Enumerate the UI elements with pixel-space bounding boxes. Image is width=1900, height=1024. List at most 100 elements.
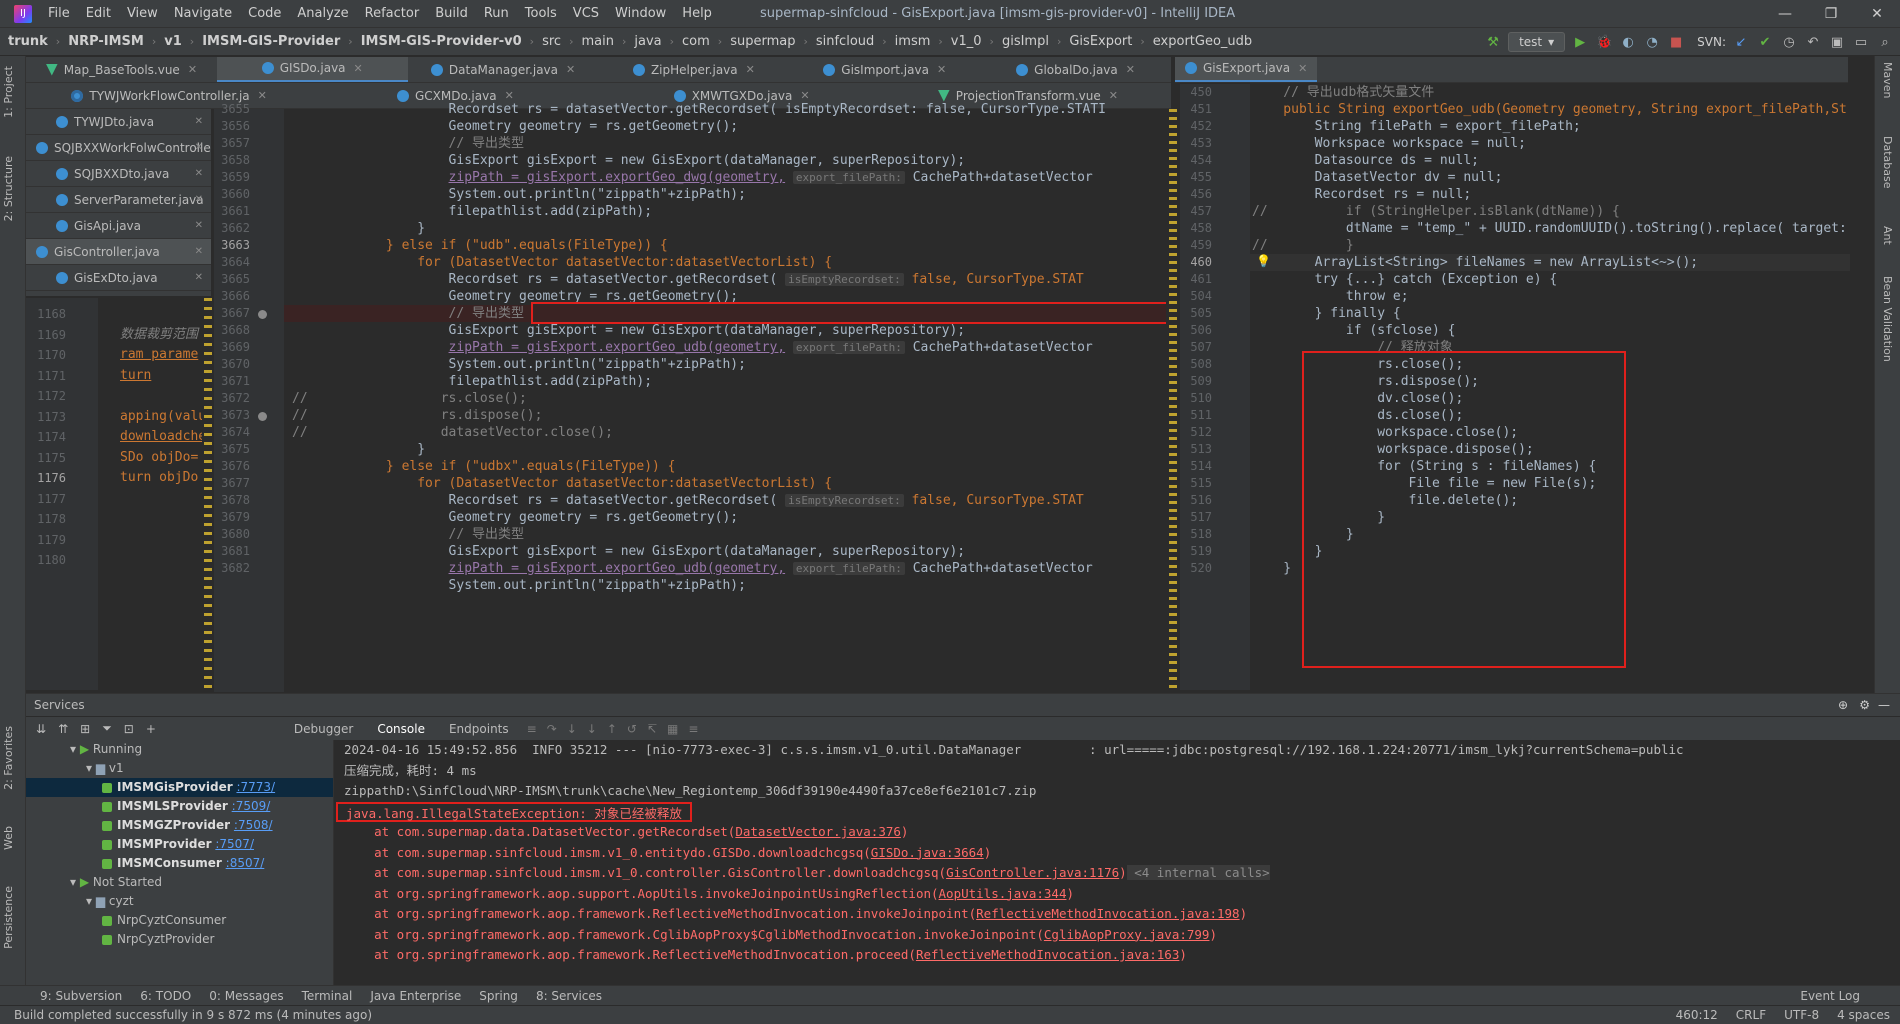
- maximize-button[interactable]: ❐: [1808, 0, 1854, 28]
- overflow-tab-item[interactable]: TYWJDto.java ✕: [26, 109, 211, 135]
- breadcrumb-item[interactable]: java: [626, 34, 661, 49]
- overflow-tab-item[interactable]: GisController.java ✕: [26, 239, 211, 265]
- editor-tab[interactable]: GisImport.java ✕: [789, 57, 980, 82]
- center-code[interactable]: Recordset rs = datasetVector.getRecordse…: [292, 101, 1166, 691]
- history-icon[interactable]: ◷: [1780, 33, 1798, 51]
- layout-icon[interactable]: ▭: [1852, 33, 1870, 51]
- expand-all-icon[interactable]: ⇊: [36, 722, 46, 736]
- editor-tab[interactable]: ZipHelper.java ✕: [598, 57, 789, 82]
- profile-icon[interactable]: ◔: [1643, 33, 1661, 51]
- menu-tools[interactable]: Tools: [517, 6, 565, 21]
- service-tree-item[interactable]: ▾ ▆ cyzt: [26, 892, 333, 911]
- breadcrumb-item[interactable]: src: [534, 34, 561, 49]
- service-port-link[interactable]: :7508/: [234, 818, 273, 832]
- menu-navigate[interactable]: Navigate: [166, 6, 240, 21]
- indent-setting[interactable]: 4 spaces: [1837, 1008, 1890, 1022]
- service-tree-item[interactable]: IMSMProvider :7507/: [26, 835, 333, 854]
- database-tab[interactable]: Database: [1881, 136, 1894, 189]
- editor-tab[interactable]: DataManager.java ✕: [408, 57, 599, 82]
- close-tab-icon[interactable]: ✕: [195, 220, 203, 231]
- service-port-link[interactable]: :7773/: [236, 780, 275, 794]
- debug-icon[interactable]: 🐞: [1595, 33, 1613, 51]
- tool-window-button[interactable]: 0: Messages: [209, 989, 283, 1003]
- menu-vcs[interactable]: VCS: [565, 6, 607, 21]
- menu-refactor[interactable]: Refactor: [357, 6, 428, 21]
- revert-icon[interactable]: ↶: [1804, 33, 1822, 51]
- stacktrace-link[interactable]: CglibAopProxy.java:799: [1044, 927, 1210, 942]
- service-tree-item[interactable]: IMSMGZProvider :7508/: [26, 816, 333, 835]
- menu-window[interactable]: Window: [607, 6, 674, 21]
- service-port-link[interactable]: :7509/: [232, 799, 271, 813]
- caret-position[interactable]: 460:12: [1676, 1008, 1718, 1022]
- service-tree-item[interactable]: IMSMConsumer :8507/: [26, 854, 333, 873]
- editor-tab[interactable]: GISDo.java ✕: [216, 57, 408, 82]
- bean-validation-tab[interactable]: Bean Validation: [1881, 276, 1894, 362]
- project-structure-icon[interactable]: ▣: [1828, 33, 1846, 51]
- stacktrace-link[interactable]: DatasetVector.java:376: [735, 824, 901, 839]
- menu-view[interactable]: View: [119, 6, 166, 21]
- breadcrumb-item[interactable]: IMSM-GIS-Provider-v0: [353, 34, 522, 49]
- tool-window-button[interactable]: Java Enterprise: [370, 989, 461, 1003]
- chevron-down-icon[interactable]: ▾: [86, 894, 96, 908]
- breadcrumb-item[interactable]: gisImpl: [994, 34, 1049, 49]
- service-tree-item[interactable]: NrpCyztConsumer: [26, 911, 333, 930]
- side-code[interactable]: 数据裁剪范围 ram parame turn apping(value download…: [120, 304, 210, 571]
- menu-build[interactable]: Build: [427, 6, 476, 21]
- new-tab-icon[interactable]: ⊡: [124, 722, 134, 736]
- maven-tab[interactable]: Maven: [1881, 62, 1894, 98]
- event-log-button[interactable]: Event Log: [1800, 989, 1860, 1003]
- overflow-tab-item[interactable]: ServerParameter.java ✕: [26, 187, 211, 213]
- hide-panel-icon[interactable]: —: [1878, 698, 1890, 712]
- close-tab-icon[interactable]: ✕: [354, 62, 363, 75]
- tool-window-button[interactable]: 8: Services: [536, 989, 602, 1003]
- chevron-down-icon[interactable]: ▾: [86, 761, 96, 775]
- menu-help[interactable]: Help: [674, 6, 720, 21]
- globe-icon[interactable]: ⊕: [1838, 698, 1848, 712]
- tool-window-button[interactable]: Spring: [479, 989, 518, 1003]
- project-tab[interactable]: 1: Project: [2, 66, 15, 118]
- menu-code[interactable]: Code: [240, 6, 289, 21]
- ant-tab[interactable]: Ant: [1881, 226, 1894, 245]
- close-tab-icon[interactable]: ✕: [1126, 63, 1135, 76]
- menu-run[interactable]: Run: [476, 6, 517, 21]
- breadcrumb-item[interactable]: IMSM-GIS-Provider: [194, 34, 340, 49]
- service-tree-item[interactable]: ▾ ▶ Running: [26, 740, 333, 759]
- close-tab-icon[interactable]: ✕: [258, 89, 267, 102]
- favorites-tab[interactable]: 2: Favorites: [2, 726, 15, 790]
- tab-endpoints[interactable]: Endpoints: [443, 722, 515, 736]
- breadcrumb-item[interactable]: trunk: [0, 34, 48, 49]
- stacktrace-link[interactable]: ReflectiveMethodInvocation.java:163: [916, 947, 1179, 962]
- tab-gisexport[interactable]: GisExport.java ✕: [1175, 57, 1318, 82]
- service-tree-item[interactable]: IMSMLSProvider :7509/: [26, 797, 333, 816]
- run-config-select[interactable]: test ▾: [1508, 32, 1566, 52]
- web-tab[interactable]: Web: [2, 826, 15, 850]
- breadcrumb-item[interactable]: supermap: [722, 34, 795, 49]
- overflow-tab-item[interactable]: GisApi.java ✕: [26, 213, 211, 239]
- breadcrumb-item[interactable]: v1_0: [943, 34, 982, 49]
- close-tab-icon[interactable]: ✕: [195, 246, 203, 257]
- breadcrumb-item[interactable]: main: [573, 34, 613, 49]
- tab-console[interactable]: Console: [371, 722, 431, 736]
- structure-tab[interactable]: 2: Structure: [2, 156, 15, 221]
- breadcrumb-item[interactable]: exportGeo_udb: [1145, 34, 1252, 49]
- service-port-link[interactable]: :7507/: [215, 837, 254, 851]
- menu-file[interactable]: File: [40, 6, 78, 21]
- service-tree-item[interactable]: IMSMGisProvider :7773/: [26, 778, 333, 797]
- service-port-link[interactable]: :8507/: [226, 856, 265, 870]
- add-service-icon[interactable]: +: [146, 722, 156, 736]
- breadcrumb-item[interactable]: v1: [156, 34, 182, 49]
- service-tree-item[interactable]: NrpCyztProvider: [26, 930, 333, 949]
- hammer-icon[interactable]: ⚒: [1484, 33, 1502, 51]
- close-tab-icon[interactable]: ✕: [195, 194, 203, 205]
- file-encoding[interactable]: UTF-8: [1784, 1008, 1819, 1022]
- menu-analyze[interactable]: Analyze: [289, 6, 356, 21]
- line-separator[interactable]: CRLF: [1736, 1008, 1766, 1022]
- overflow-tab-item[interactable]: SQJBXXDto.java ✕: [26, 161, 211, 187]
- editor-tab[interactable]: Map_BaseTools.vue ✕: [26, 57, 217, 82]
- breadcrumb-item[interactable]: sinfcloud: [808, 34, 874, 49]
- chevron-down-icon[interactable]: ▾: [70, 742, 80, 756]
- close-tab-icon[interactable]: ✕: [188, 63, 197, 76]
- editor-tab[interactable]: GlobalDo.java ✕: [980, 57, 1171, 82]
- overflow-tab-item[interactable]: SQJBXXWorkFolwController ✕: [26, 135, 211, 161]
- close-tab-icon[interactable]: ✕: [566, 63, 575, 76]
